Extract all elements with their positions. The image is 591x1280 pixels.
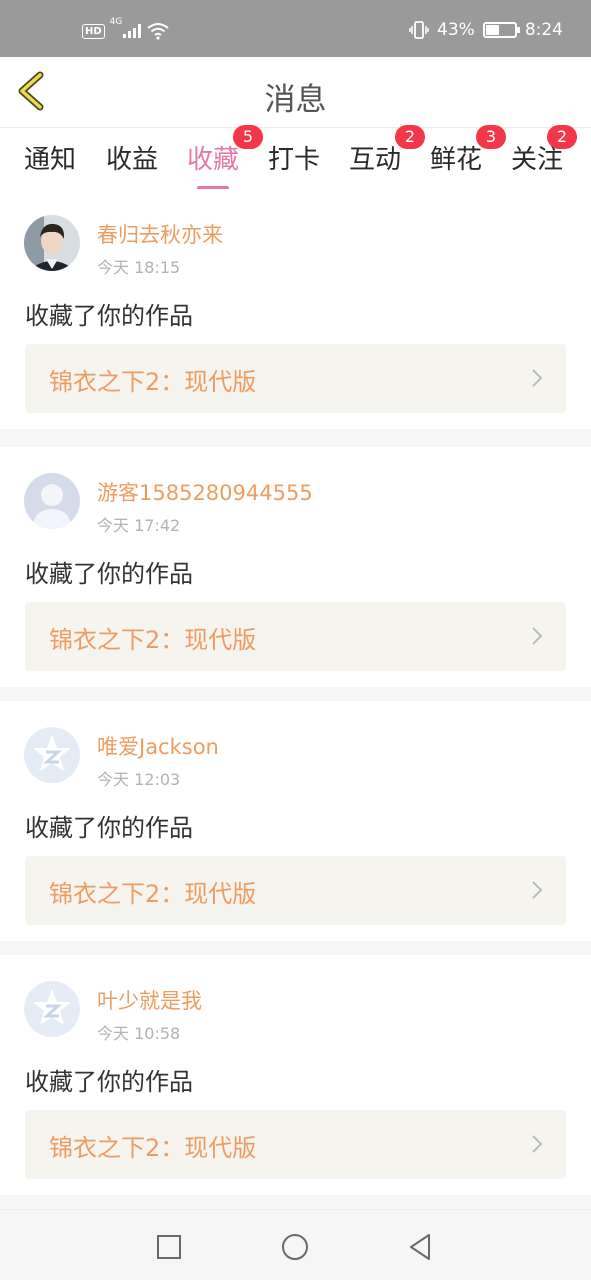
action-text: 收藏了你的作品: [25, 560, 193, 588]
tab-label: 互动: [349, 145, 402, 175]
tab-favorites[interactable]: 收藏 5: [187, 125, 264, 190]
vibrate-icon: [409, 21, 429, 39]
square-icon[interactable]: [154, 1232, 184, 1262]
notification-list: 春归去秋亦来 今天 18:15 收藏了你的作品 锦衣之下2：现代版 游客1585…: [0, 189, 591, 1209]
action-text: 收藏了你的作品: [25, 1068, 193, 1096]
status-bar-right: 43% 8:24: [409, 20, 563, 40]
notification-card: 春归去秋亦来 今天 18:15 收藏了你的作品 锦衣之下2：现代版: [0, 189, 591, 429]
battery-percent: 43%: [437, 20, 475, 40]
chevron-right-icon: [532, 1135, 543, 1153]
unread-badge: 3: [476, 125, 507, 149]
status-bar-left: HD 4G: [82, 17, 169, 40]
tab-checkin[interactable]: 打卡: [268, 139, 320, 176]
tab-bar: 通知 收益 收藏 5 打卡 互动 2 鲜花 3 关注 2: [0, 125, 591, 190]
header: 消息: [0, 57, 591, 128]
work-link[interactable]: 锦衣之下2：现代版: [25, 602, 566, 671]
timestamp: 今天 12:03: [97, 770, 181, 789]
username[interactable]: 叶少就是我: [97, 985, 202, 1015]
tab-label: 收益: [106, 145, 159, 175]
work-title: 锦衣之下2：现代版: [49, 880, 257, 908]
wifi-icon: [147, 23, 169, 40]
system-nav-bar: [0, 1209, 591, 1280]
action-text: 收藏了你的作品: [25, 302, 193, 330]
battery-fill: [485, 25, 499, 35]
triangle-back-icon[interactable]: [405, 1232, 435, 1262]
notification-card: 游客1585280944555 今天 17:42 收藏了你的作品 锦衣之下2：现…: [0, 447, 591, 687]
clock: 8:24: [524, 20, 563, 40]
tab-label: 关注: [511, 145, 564, 175]
avatar[interactable]: [24, 727, 80, 783]
qq-default-avatar-icon: [24, 727, 80, 783]
work-title: 锦衣之下2：现代版: [49, 626, 257, 654]
avatar[interactable]: [24, 981, 80, 1037]
signal-icon: 4G: [110, 17, 141, 38]
tab-label: 鲜花: [430, 145, 483, 175]
page-title: 消息: [264, 82, 327, 118]
avatar[interactable]: [24, 473, 80, 529]
notification-card: 叶少就是我 今天 10:58 收藏了你的作品 锦衣之下2：现代版: [0, 955, 591, 1195]
circle-icon[interactable]: [280, 1232, 310, 1262]
tab-earnings[interactable]: 收益: [106, 139, 158, 176]
work-link[interactable]: 锦衣之下2：现代版: [25, 344, 566, 413]
user-photo-icon: [24, 215, 80, 271]
action-text: 收藏了你的作品: [25, 814, 193, 842]
tab-follow[interactable]: 关注 2: [511, 125, 578, 176]
unread-badge: 2: [547, 125, 578, 149]
timestamp: 今天 10:58: [97, 1024, 181, 1043]
chevron-right-icon: [532, 881, 543, 899]
tab-label: 收藏: [187, 145, 240, 175]
qq-default-avatar-icon: [24, 981, 80, 1037]
tab-interaction[interactable]: 互动 2: [349, 125, 426, 176]
username[interactable]: 唯爱Jackson: [97, 731, 219, 761]
unread-badge: 2: [395, 125, 426, 149]
unread-badge: 5: [233, 125, 264, 149]
work-link[interactable]: 锦衣之下2：现代版: [25, 1110, 566, 1179]
tab-notice[interactable]: 通知: [24, 139, 76, 176]
default-person-icon: [24, 473, 80, 529]
work-link[interactable]: 锦衣之下2：现代版: [25, 856, 566, 925]
username[interactable]: 春归去秋亦来: [97, 219, 223, 249]
battery-icon: [482, 22, 520, 38]
tab-flowers[interactable]: 鲜花 3: [430, 125, 507, 176]
tab-label: 打卡: [268, 145, 321, 175]
notification-card: 唯爱Jackson 今天 12:03 收藏了你的作品 锦衣之下2：现代版: [0, 701, 591, 941]
work-title: 锦衣之下2：现代版: [49, 1134, 257, 1162]
avatar[interactable]: [24, 215, 80, 271]
timestamp: 今天 17:42: [97, 516, 181, 535]
status-bar: HD 4G 43% 8:24: [0, 0, 591, 57]
network-type: 4G: [109, 17, 123, 27]
chevron-right-icon: [532, 627, 543, 645]
chevron-right-icon: [532, 369, 543, 387]
timestamp: 今天 18:15: [97, 258, 181, 277]
work-title: 锦衣之下2：现代版: [49, 368, 257, 396]
tab-label: 通知: [24, 145, 77, 175]
hd-indicator: HD: [82, 23, 105, 39]
username[interactable]: 游客1585280944555: [97, 477, 313, 507]
